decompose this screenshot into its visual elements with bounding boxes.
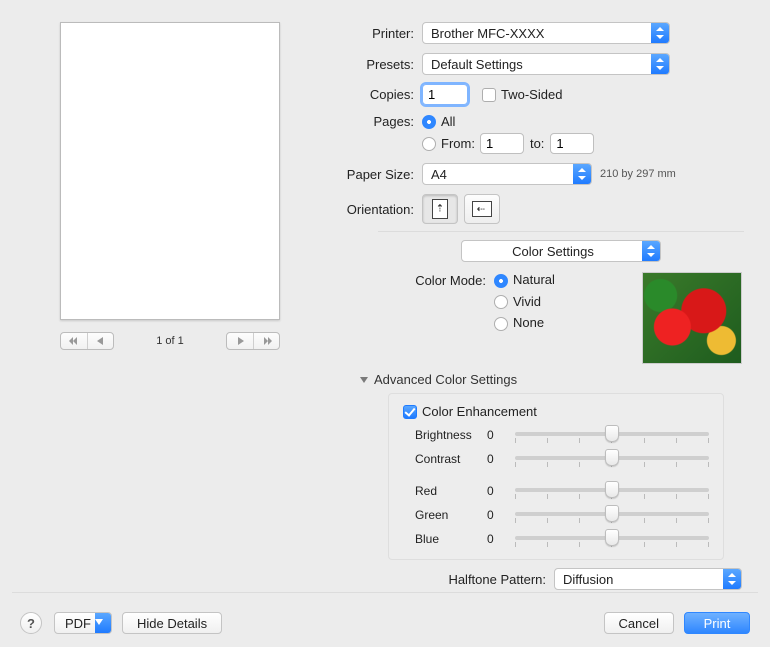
pager-back-group	[60, 332, 114, 350]
paper-size-label: Paper Size:	[318, 167, 422, 182]
color-enhancement-checkbox[interactable]	[403, 405, 417, 419]
orientation-portrait-button[interactable]: ⇡	[422, 194, 458, 224]
green-value: 0	[487, 508, 515, 522]
pages-to-input[interactable]	[550, 133, 594, 154]
orientation-landscape-button[interactable]: ⇡	[464, 194, 500, 224]
color-mode-natural-radio[interactable]	[494, 274, 508, 288]
pager-last-button[interactable]	[253, 333, 279, 349]
print-preview-page	[60, 22, 280, 320]
paper-size-note: 210 by 297 mm	[600, 168, 676, 180]
pager-fwd-group	[226, 332, 280, 350]
pages-label: Pages:	[318, 114, 422, 129]
cancel-button[interactable]: Cancel	[604, 612, 674, 634]
two-sided-checkbox[interactable]	[482, 88, 496, 102]
orientation-label: Orientation:	[318, 202, 422, 217]
pages-from-radio[interactable]	[422, 137, 436, 151]
pages-to-label: to:	[530, 136, 544, 151]
presets-label: Presets:	[318, 57, 422, 72]
blue-value: 0	[487, 532, 515, 546]
brightness-label: Brightness	[403, 428, 487, 442]
presets-select[interactable]: Default Settings	[422, 53, 670, 75]
printer-select[interactable]: Brother MFC-XXXX	[422, 22, 670, 44]
updown-icon	[651, 23, 669, 43]
hide-details-button[interactable]: Hide Details	[122, 612, 222, 634]
color-mode-vivid-label: Vivid	[513, 294, 541, 309]
pages-from-input[interactable]	[480, 133, 524, 154]
landscape-icon: ⇡	[472, 201, 492, 217]
page-counter: 1 of 1	[156, 335, 184, 347]
color-mode-label: Color Mode:	[378, 272, 494, 288]
color-mode-vivid-radio[interactable]	[494, 295, 508, 309]
section-settings-select[interactable]: Color Settings	[461, 240, 661, 262]
color-mode-natural-label: Natural	[513, 272, 555, 287]
help-button[interactable]: ?	[20, 612, 42, 634]
copies-input[interactable]	[422, 84, 468, 105]
blue-slider[interactable]	[515, 531, 709, 547]
footer-divider	[12, 592, 758, 593]
copies-label: Copies:	[318, 87, 422, 102]
pager-prev-button[interactable]	[87, 333, 113, 349]
printer-label: Printer:	[318, 26, 422, 41]
pages-all-radio[interactable]	[422, 115, 436, 129]
pdf-menu[interactable]: PDF	[54, 612, 112, 634]
red-value: 0	[487, 484, 515, 498]
color-enhancement-label: Color Enhancement	[422, 404, 537, 419]
halftone-select[interactable]: Diffusion	[554, 568, 742, 590]
green-label: Green	[403, 508, 487, 522]
divider	[378, 231, 744, 232]
pages-all-label: All	[441, 114, 455, 129]
pager-first-button[interactable]	[61, 333, 87, 349]
advanced-disclosure[interactable]: Advanced Color Settings	[360, 372, 744, 387]
pager-next-button[interactable]	[227, 333, 253, 349]
pages-from-label: From:	[441, 136, 475, 151]
red-slider[interactable]	[515, 483, 709, 499]
updown-icon	[723, 569, 741, 589]
contrast-slider[interactable]	[515, 451, 709, 467]
chevron-down-icon	[95, 613, 111, 633]
green-slider[interactable]	[515, 507, 709, 523]
paper-size-select[interactable]: A4	[422, 163, 592, 185]
brightness-slider[interactable]	[515, 427, 709, 443]
updown-icon	[573, 164, 591, 184]
print-button[interactable]: Print	[684, 612, 750, 634]
contrast-label: Contrast	[403, 452, 487, 466]
halftone-label: Halftone Pattern:	[448, 572, 546, 587]
red-label: Red	[403, 484, 487, 498]
two-sided-label: Two-Sided	[501, 87, 562, 102]
color-mode-preview-image	[642, 272, 742, 364]
blue-label: Blue	[403, 532, 487, 546]
updown-icon	[642, 241, 660, 261]
disclosure-triangle-icon	[360, 377, 368, 383]
advanced-panel: Color Enhancement Brightness 0 Contrast …	[388, 393, 724, 560]
portrait-icon: ⇡	[432, 199, 448, 219]
contrast-value: 0	[487, 452, 515, 466]
color-mode-none-radio[interactable]	[494, 317, 508, 331]
color-mode-none-label: None	[513, 315, 544, 330]
advanced-disclosure-label: Advanced Color Settings	[374, 372, 517, 387]
brightness-value: 0	[487, 428, 515, 442]
updown-icon	[651, 54, 669, 74]
